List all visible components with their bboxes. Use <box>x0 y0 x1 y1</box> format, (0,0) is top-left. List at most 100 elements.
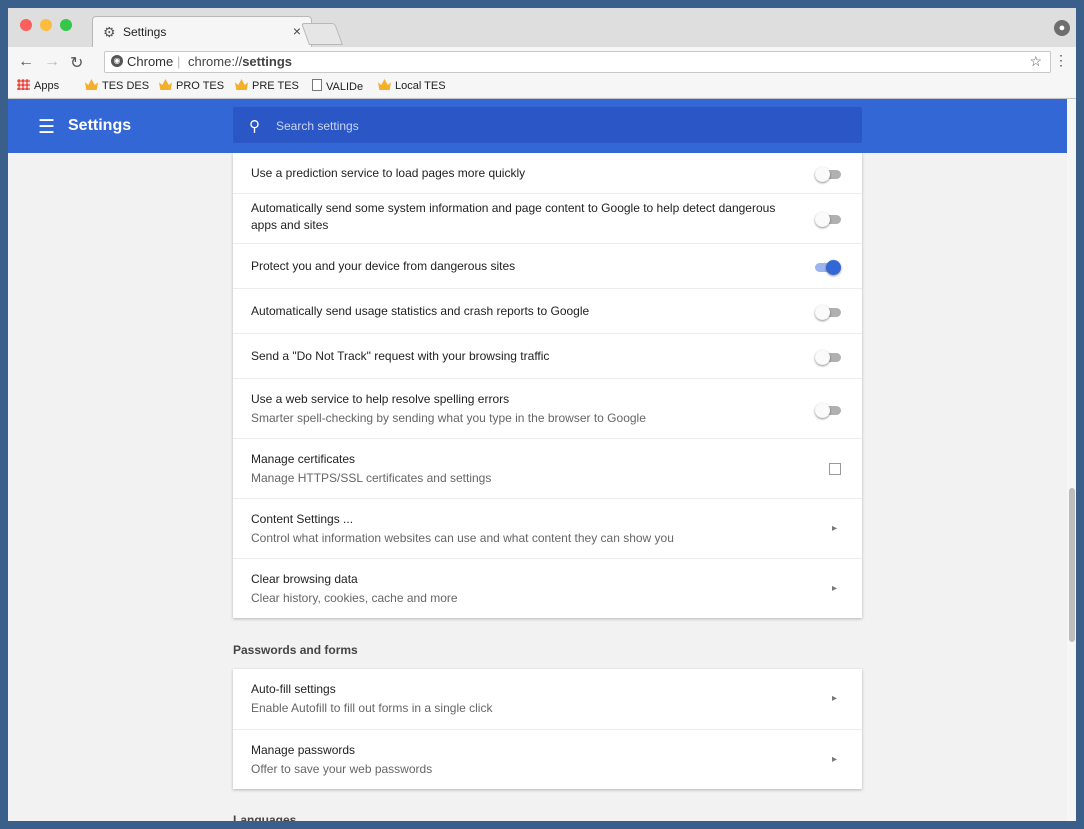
setting-title: Automatically send usage statistics and … <box>251 304 590 318</box>
tab-settings[interactable]: ⚙ Settings × <box>92 16 312 48</box>
address-bar[interactable]: ◉ Chrome | chrome://settings ☆ <box>104 51 1051 73</box>
address-url-prefix: chrome:// <box>188 54 243 69</box>
bookmark-tes-des[interactable]: TES DES <box>85 79 149 92</box>
settings-header: ☰ Settings ⚲ <box>8 99 1076 153</box>
search-icon: ⚲ <box>249 118 260 135</box>
bookmark-pro-tes[interactable]: PRO TES <box>159 79 224 92</box>
setting-row-prediction-service[interactable]: Use a prediction service to load pages m… <box>233 153 862 193</box>
bookmark-label: Local TES <box>395 80 446 92</box>
toggle-switch[interactable] <box>815 260 841 275</box>
tab-strip: ⚙ Settings × ● <box>8 8 1076 48</box>
page-icon <box>312 79 322 91</box>
arrow-right-icon: ▸ <box>831 583 837 594</box>
arrow-right-icon: ▸ <box>831 754 837 765</box>
passwords-card: Auto-fill settings Enable Autofill to fi… <box>233 669 862 789</box>
profile-icon[interactable]: ● <box>1054 20 1070 36</box>
setting-subtitle: Clear history, cookies, cache and more <box>251 591 458 605</box>
address-url: chrome://settings <box>188 54 292 69</box>
toggle-switch[interactable] <box>815 167 841 182</box>
toggle-switch[interactable] <box>815 305 841 320</box>
section-heading-passwords: Passwords and forms <box>233 643 358 657</box>
toggle-knob <box>815 305 830 320</box>
bookmark-local-tes[interactable]: Local TES <box>378 79 446 92</box>
setting-subtitle: Manage HTTPS/SSL certificates and settin… <box>251 471 492 485</box>
page-title: Settings <box>68 117 132 134</box>
crown-icon <box>159 79 172 90</box>
bookmark-star-icon[interactable]: ☆ <box>1029 53 1042 70</box>
new-tab-button[interactable] <box>300 23 344 45</box>
settings-content: Use a prediction service to load pages m… <box>8 153 1067 821</box>
toggle-knob <box>815 350 830 365</box>
setting-title: Content Settings ... <box>251 512 354 526</box>
reload-icon[interactable]: ↻ <box>70 53 83 73</box>
setting-row-usage-statistics[interactable]: Automatically send usage statistics and … <box>233 288 862 333</box>
zoom-window-button[interactable] <box>60 19 72 31</box>
apps-grid-icon <box>17 79 30 90</box>
toggle-switch[interactable] <box>815 403 841 418</box>
scrollbar-thumb[interactable] <box>1069 488 1075 642</box>
setting-title: Manage certificates <box>251 452 356 466</box>
setting-title: Use a prediction service to load pages m… <box>251 166 526 180</box>
minimize-window-button[interactable] <box>40 19 52 31</box>
menu-kebab-icon[interactable]: ⋮ <box>1054 52 1068 69</box>
bookmark-label: VALIDe <box>326 81 364 93</box>
menu-hamburger-icon[interactable]: ☰ <box>38 116 55 139</box>
tab-title: Settings <box>123 25 167 39</box>
setting-title: Manage passwords <box>251 743 356 757</box>
setting-subtitle: Smarter spell-checking by sending what y… <box>251 411 646 425</box>
bookmark-valide[interactable]: VALIDe <box>312 79 363 93</box>
privacy-card: Use a prediction service to load pages m… <box>233 153 862 618</box>
chrome-icon: ◉ <box>111 55 123 67</box>
setting-row-autofill[interactable]: Auto-fill settings Enable Autofill to fi… <box>233 669 862 729</box>
bookmark-apps[interactable]: Apps <box>17 79 59 92</box>
setting-subtitle: Offer to save your web passwords <box>251 762 433 776</box>
search-input[interactable] <box>274 116 838 136</box>
setting-title: Use a web service to help resolve spelli… <box>251 392 510 406</box>
setting-title: Clear browsing data <box>251 572 358 586</box>
setting-row-safe-browsing-reports[interactable]: Automatically send some system informati… <box>233 193 862 243</box>
search-box[interactable]: ⚲ <box>233 107 862 143</box>
toggle-knob <box>815 403 830 418</box>
arrow-right-icon: ▸ <box>831 693 837 704</box>
setting-title: Send a "Do Not Track" request with your … <box>251 349 550 363</box>
setting-title: Auto-fill settings <box>251 682 336 696</box>
setting-row-spelling-service[interactable]: Use a web service to help resolve spelli… <box>233 378 862 438</box>
section-heading-languages: Languages <box>233 813 297 821</box>
browser-toolbar: ← → ↻ ◉ Chrome | chrome://settings ☆ ⋮ <box>8 47 1076 75</box>
forward-arrow-icon[interactable]: → <box>44 53 60 71</box>
toggle-switch[interactable] <box>815 212 841 227</box>
scrollbar[interactable] <box>1067 99 1076 821</box>
address-divider: | <box>177 54 181 69</box>
crown-icon <box>378 79 391 90</box>
setting-title: Protect you and your device from dangero… <box>251 259 516 273</box>
gear-icon: ⚙ <box>103 24 116 40</box>
setting-row-safe-browsing[interactable]: Protect you and your device from dangero… <box>233 243 862 288</box>
crown-icon <box>235 79 248 90</box>
address-scheme: Chrome <box>127 54 174 69</box>
setting-title: Automatically send some system informati… <box>251 201 776 232</box>
toggle-knob <box>826 260 841 275</box>
toggle-switch[interactable] <box>815 350 841 365</box>
address-url-path: settings <box>242 54 293 69</box>
setting-row-clear-browsing-data[interactable]: Clear browsing data Clear history, cooki… <box>233 558 862 618</box>
crown-icon <box>85 79 98 90</box>
browser-window: ⚙ Settings × ● ← → ↻ ◉ Chrome | chrome:/… <box>8 8 1076 821</box>
back-arrow-icon[interactable]: ← <box>18 53 34 71</box>
bookmark-label: PRE TES <box>252 80 299 92</box>
bookmark-pre-tes[interactable]: PRE TES <box>235 79 299 92</box>
setting-row-manage-passwords[interactable]: Manage passwords Offer to save your web … <box>233 729 862 789</box>
toggle-knob <box>815 167 830 182</box>
close-window-button[interactable] <box>20 19 32 31</box>
setting-row-do-not-track[interactable]: Send a "Do Not Track" request with your … <box>233 333 862 378</box>
setting-row-content-settings[interactable]: Content Settings ... Control what inform… <box>233 498 862 558</box>
bookmarks-bar: Apps TES DES PRO TES PRE TES VALIDe Loca… <box>8 75 1076 99</box>
arrow-right-icon: ▸ <box>831 523 837 534</box>
tab-close-icon[interactable]: × <box>293 23 301 39</box>
bookmark-label: Apps <box>34 80 60 92</box>
setting-subtitle: Control what information websites can us… <box>251 531 674 545</box>
setting-row-manage-certificates[interactable]: Manage certificates Manage HTTPS/SSL cer… <box>233 438 862 498</box>
bookmark-label: PRO TES <box>176 80 225 92</box>
toggle-knob <box>815 212 830 227</box>
bookmark-label: TES DES <box>102 80 150 92</box>
open-in-new-icon[interactable] <box>829 463 841 475</box>
